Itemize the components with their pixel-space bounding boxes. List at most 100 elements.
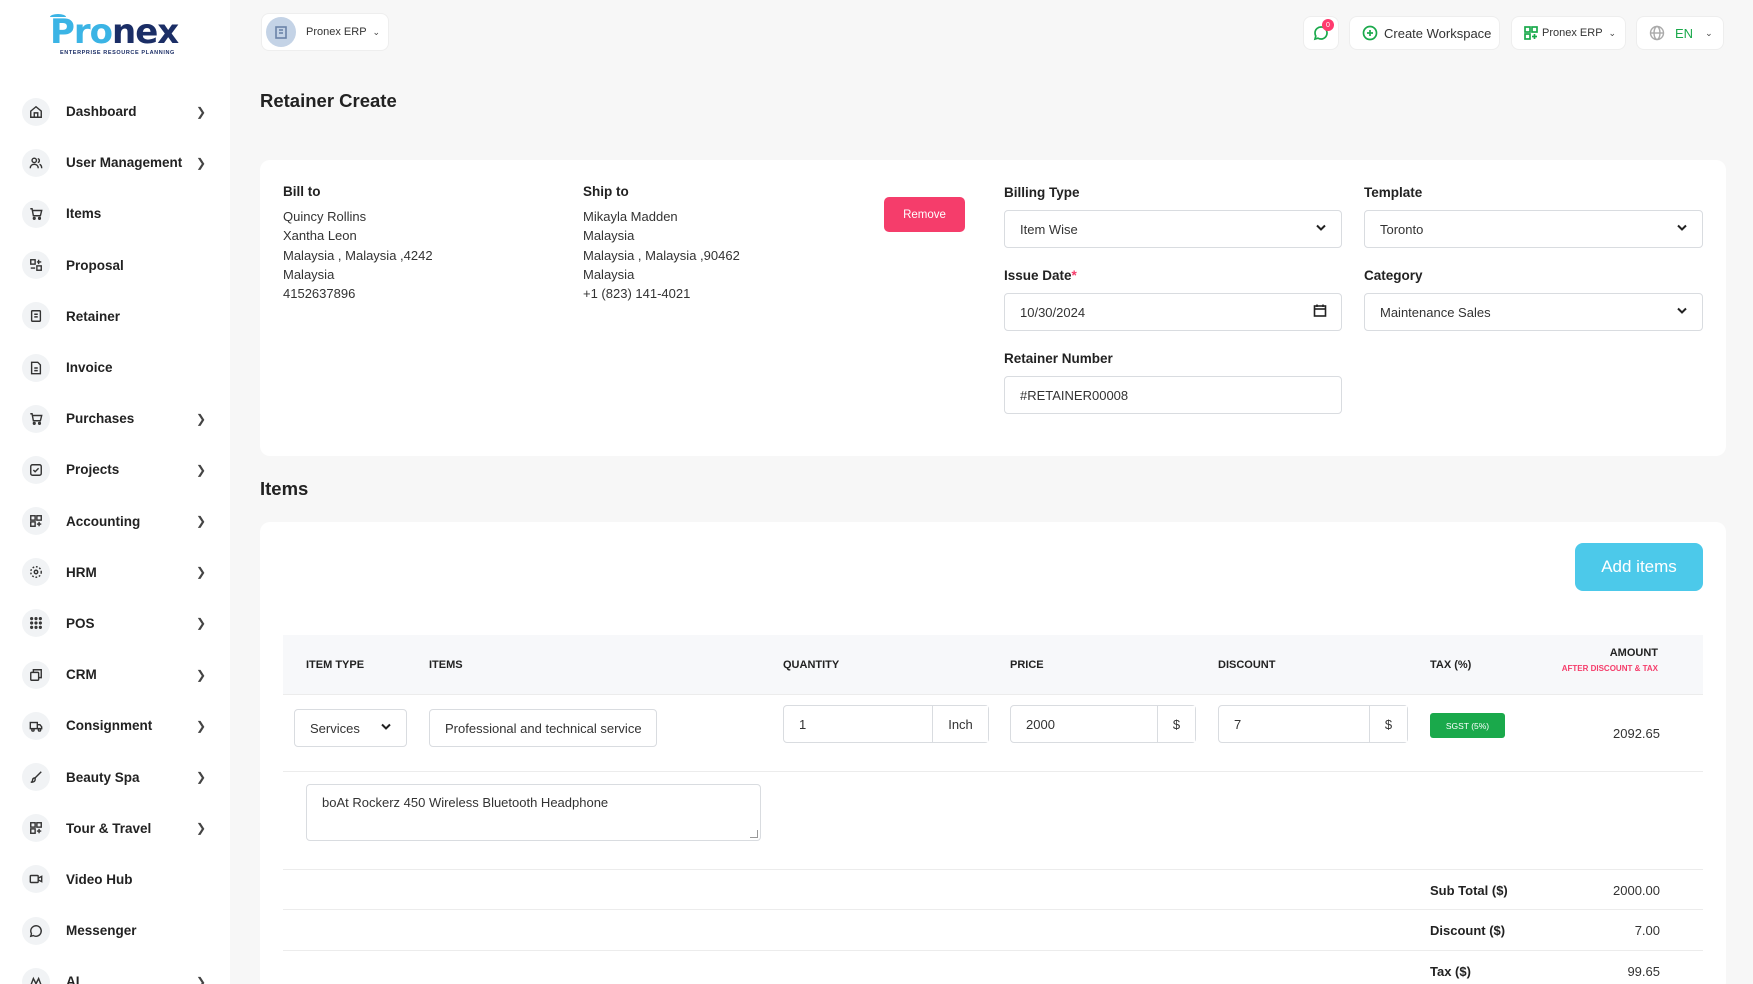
sidebar-item-invoice[interactable]: Invoice [0,342,230,393]
sidebar-item-beauty-spa[interactable]: Beauty Spa ❯ [0,751,230,802]
category-value: Maintenance Sales [1380,304,1491,320]
sidebar-item-label: CRM [66,667,97,683]
add-items-button[interactable]: Add items [1575,543,1703,591]
sidebar-item-pos[interactable]: POS ❯ [0,598,230,649]
sidebar-item-label: Projects [66,462,120,478]
header-items: ITEMS [429,658,463,671]
sidebar-item-consignment[interactable]: Consignment ❯ [0,700,230,751]
bill-to-line: Quincy Rollins [283,209,367,224]
ship-to-address: Mikayla Madden Malaysia Malaysia , Malaysi… [583,207,740,303]
item-description-textarea[interactable]: boAt Rockerz 450 Wireless Bluetooth Head… [306,784,761,841]
create-workspace-button[interactable]: Create Workspace [1349,16,1500,50]
sidebar-item-accounting[interactable]: Accounting ❯ [0,496,230,547]
page-title: Retainer Create [260,90,397,111]
users-icon [22,148,50,177]
required-marker: * [1071,268,1077,283]
item-description-value: boAt Rockerz 450 Wireless Bluetooth Head… [322,795,609,810]
chevron-down-icon [380,721,392,736]
erp-switch-dropdown[interactable]: Pronex ERP ⌄ [1511,16,1626,50]
ship-to-line: +1 (823) 141-4021 [583,286,691,302]
sidebar-item-projects[interactable]: Projects ❯ [0,444,230,495]
resize-grip-icon[interactable] [750,830,758,838]
template-select[interactable]: Toronto [1364,210,1703,248]
workspace-switcher[interactable]: Pronex ERP ⌄ [261,13,390,51]
quantity-unit: Inch [932,706,988,742]
sidebar-item-retainer[interactable]: Retainer [0,291,230,342]
chevron-right-icon: ❯ [196,616,207,631]
tax-total-value: 99.65 [1627,964,1660,979]
item-name-input[interactable]: Professional and technical service [429,709,657,747]
sidebar-item-ai[interactable]: AI ❯ [0,956,230,984]
chevron-right-icon: ❯ [196,104,207,119]
row-divider [283,950,1703,951]
sidebar-item-label: Purchases [66,411,135,427]
checkbox-icon [22,455,50,484]
chevron-right-icon: ❯ [196,974,207,984]
crm-icon [22,660,50,689]
logo-wordmark: Pronex [50,12,180,52]
tax-total-label: Tax ($) [1430,964,1471,979]
calendar-icon[interactable] [1313,304,1327,321]
chevron-right-icon: ❯ [196,770,207,785]
logo-swoosh-icon [50,14,66,20]
chevron-down-icon: ⌄ [372,26,381,37]
sidebar-item-tour-travel[interactable]: Tour & Travel ❯ [0,803,230,854]
chat-icon [22,916,50,945]
price-currency: $ [1157,706,1195,742]
sidebar-item-purchases[interactable]: Purchases ❯ [0,393,230,444]
chevron-right-icon: ❯ [196,155,207,170]
row-divider [283,869,1703,870]
proposal-icon [22,251,50,280]
truck-icon [22,711,50,740]
chevron-right-icon: ❯ [196,565,207,580]
chevron-down-icon: ⌄ [1705,27,1713,38]
ship-to-line: Malaysia , Malaysia ,90462 [583,247,740,263]
sidebar-item-dashboard[interactable]: Dashboard ❯ [0,86,230,137]
issue-date-value: 10/30/2024 [1020,304,1086,320]
remove-button[interactable]: Remove [884,197,965,232]
sidebar-item-items[interactable]: Items [0,188,230,239]
sidebar-item-user-management[interactable]: User Management ❯ [0,137,230,188]
sidebar: Pronex ENTERPRISE RESOURCE PLANNING Dash… [0,0,230,984]
sidebar-item-label: AI [66,974,80,984]
billing-type-select[interactable]: Item Wise [1004,210,1342,248]
workspace-avatar [266,17,296,47]
grid-plus-icon [22,814,50,843]
quantity-input[interactable]: 1 [784,706,932,742]
chevron-right-icon: ❯ [196,514,207,529]
sidebar-item-crm[interactable]: CRM ❯ [0,649,230,700]
sidebar-item-messenger[interactable]: Messenger [0,905,230,956]
discount-input[interactable]: 7 [1219,706,1369,742]
messages-button[interactable]: 0 [1303,16,1339,50]
sidebar-item-label: User Management [66,155,183,171]
retainer-icon [22,302,50,331]
template-label: Template [1364,185,1423,200]
sidebar-item-label: Invoice [66,360,113,376]
item-type-select[interactable]: Services [294,709,407,747]
issue-date-input[interactable]: 10/30/2024 [1004,293,1342,331]
sidebar-item-proposal[interactable]: Proposal [0,240,230,291]
pronex-logo[interactable]: Pronex ENTERPRISE RESOURCE PLANNING [50,12,180,62]
dots-grid-icon [22,609,50,638]
items-table-header: ITEM TYPE ITEMS QUANTITY PRICE DISCOUNT … [283,635,1703,695]
retainer-details-card: Bill to Quincy Rollins Xantha Leon Malaysi… [260,160,1726,456]
header-item-type: ITEM TYPE [306,658,365,671]
row-divider [283,771,1703,772]
retainer-number-input[interactable]: #RETAINER00008 [1004,376,1342,414]
bill-to-address: Quincy Rollins Xantha Leon Malaysia , Mala… [283,207,433,303]
language-switcher[interactable]: EN ⌄ [1636,16,1724,50]
invoice-icon [22,353,50,382]
category-select[interactable]: Maintenance Sales [1364,293,1703,331]
sidebar-item-video-hub[interactable]: Video Hub [0,854,230,905]
price-input[interactable]: 2000 [1011,706,1157,742]
hrm-icon [22,558,50,587]
sidebar-item-hrm[interactable]: HRM ❯ [0,547,230,598]
chevron-down-icon [1315,222,1327,237]
sidebar-item-label: Video Hub [66,871,133,887]
chevron-right-icon: ❯ [196,411,207,426]
building-icon [275,26,287,39]
sidebar-item-label: Dashboard [66,104,137,120]
bill-to-line: Xantha Leon [283,228,357,244]
category-label: Category [1364,268,1423,283]
sidebar-item-label: Retainer [66,308,121,324]
